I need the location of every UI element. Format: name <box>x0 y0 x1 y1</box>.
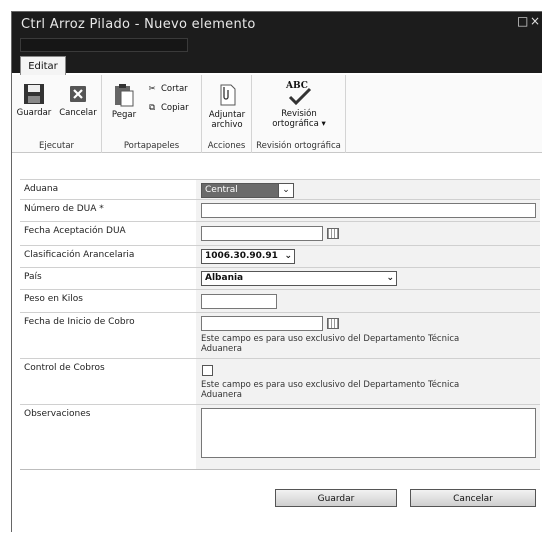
row-control-cobros: Control de Cobros Este campo es para uso… <box>20 358 540 404</box>
paste-button[interactable]: Pegar <box>108 83 140 120</box>
group-label-portapapeles: Portapapeles <box>123 141 180 151</box>
value-cell: Este campo es para uso exclusivo del Dep… <box>196 313 540 358</box>
window-title: Ctrl Arroz Pilado - Nuevo elemento <box>21 17 256 32</box>
calendar-icon[interactable] <box>327 228 339 239</box>
fecha-aceptacion-input[interactable] <box>201 226 323 241</box>
value-cell: Este campo es para uso exclusivo del Dep… <box>196 359 540 404</box>
row-observaciones: Observaciones <box>20 404 540 470</box>
dialog-window: Ctrl Arroz Pilado - Nuevo elemento □ × E… <box>11 11 542 532</box>
dropdown-arrow-icon: ⌄ <box>284 251 292 261</box>
spellcheck-icon: ABC <box>284 81 314 107</box>
calendar-icon[interactable] <box>327 318 339 329</box>
save-icon <box>24 84 44 104</box>
control-cobros-note: Este campo es para uso exclusivo del Dep… <box>201 380 459 400</box>
value-cell: Albania ⌄ <box>196 268 540 289</box>
title-bar: Ctrl Arroz Pilado - Nuevo elemento □ × <box>12 12 542 73</box>
label-pais: País <box>24 272 42 282</box>
aduana-select[interactable]: Central ⌄ <box>201 183 294 198</box>
group-acciones: Adjuntar archivo Acciones <box>202 75 252 153</box>
copy-button[interactable]: ⧉ Copiar <box>146 103 189 113</box>
cut-label: Cortar <box>161 84 188 94</box>
label-numero-dua: Número de DUA * <box>24 204 104 214</box>
group-ejecutar: Guardar Cancelar Ejecutar <box>12 75 102 153</box>
cut-icon: ✂ <box>148 84 156 94</box>
clasificacion-select[interactable]: 1006.30.90.91 ⌄ <box>201 249 295 264</box>
row-clasificacion: Clasificación Arancelaria 1006.30.90.91 … <box>20 245 540 267</box>
label-clasificacion: Clasificación Arancelaria <box>24 250 135 260</box>
tab-editar[interactable]: Editar <box>20 56 66 76</box>
attach-label-2: archivo <box>211 120 243 130</box>
row-numero-dua: Número de DUA * <box>20 199 540 221</box>
spellcheck-button[interactable]: ABC Revisión ortográfica ▾ <box>262 81 336 129</box>
pais-value: Albania <box>205 273 244 283</box>
spellcheck-label-1: Revisión <box>281 109 317 119</box>
control-cobros-checkbox[interactable] <box>202 365 213 376</box>
value-cell <box>196 200 540 221</box>
label-observaciones: Observaciones <box>24 409 91 419</box>
value-cell <box>196 290 540 312</box>
attach-label-1: Adjuntar <box>208 110 246 120</box>
paste-icon <box>115 84 134 107</box>
attach-icon <box>220 84 236 106</box>
attach-file-button[interactable]: Adjuntar archivo <box>204 83 250 130</box>
value-cell: 1006.30.90.91 ⌄ <box>196 246 540 267</box>
peso-input[interactable] <box>201 294 277 309</box>
copy-label: Copiar <box>161 103 189 113</box>
cancelar-button[interactable]: Cancelar <box>410 489 536 507</box>
fecha-inicio-note: Este campo es para uso exclusivo del Dep… <box>201 334 459 354</box>
copy-icon: ⧉ <box>148 103 156 113</box>
row-aduana: Aduana Central ⌄ <box>20 179 540 199</box>
note-line: Aduanera <box>201 344 242 354</box>
guardar-button[interactable]: Guardar <box>275 489 397 507</box>
close-icon[interactable]: × <box>530 14 540 28</box>
group-revision: ABC Revisión ortográfica ▾ Revisión orto… <box>252 75 346 153</box>
row-fecha-inicio-cobro: Fecha de Inicio de Cobro Este campo es p… <box>20 312 540 358</box>
label-control-cobros: Control de Cobros <box>24 363 105 373</box>
note-line: Aduanera <box>201 390 242 400</box>
fecha-inicio-cobro-input[interactable] <box>201 316 323 331</box>
row-peso: Peso en Kilos <box>20 289 540 312</box>
group-label-ejecutar: Ejecutar <box>38 141 75 151</box>
label-fecha-aceptacion: Fecha Aceptación DUA <box>24 226 126 236</box>
row-fecha-aceptacion: Fecha Aceptación DUA <box>20 221 540 245</box>
save-button[interactable]: Guardar <box>14 83 54 118</box>
save-label: Guardar <box>16 108 52 118</box>
group-portapapeles: Pegar ✂ Cortar ⧉ Copiar Portapapeles <box>102 75 202 153</box>
value-cell <box>196 405 540 469</box>
note-line: Este campo es para uso exclusivo del Dep… <box>201 380 460 390</box>
spellcheck-label-2: ortográfica ▾ <box>272 119 326 129</box>
aduana-value: Central <box>205 185 238 195</box>
label-aduana: Aduana <box>24 184 59 194</box>
value-cell: Central ⌄ <box>196 180 540 199</box>
dropdown-arrow-icon: ⌄ <box>386 273 394 283</box>
dropdown-arrow-icon: ⌄ <box>278 184 293 197</box>
pais-select[interactable]: Albania ⌄ <box>201 271 397 286</box>
ribbon: Guardar Cancelar Ejecutar Pegar ✂ Cortar… <box>12 75 542 153</box>
observaciones-textarea[interactable] <box>201 408 536 458</box>
cut-button[interactable]: ✂ Cortar <box>146 84 188 94</box>
paste-label: Pegar <box>111 110 137 120</box>
cancel-icon <box>70 86 86 102</box>
cancel-button[interactable]: Cancelar <box>56 83 100 118</box>
note-line: Este campo es para uso exclusivo del Dep… <box>201 334 460 344</box>
clasificacion-value: 1006.30.90.91 <box>205 251 278 261</box>
maximize-icon[interactable]: □ <box>517 14 528 28</box>
group-label-acciones: Acciones <box>207 141 246 151</box>
label-fecha-inicio-cobro: Fecha de Inicio de Cobro <box>24 317 135 327</box>
value-cell <box>196 222 540 245</box>
group-label-revision: Revisión ortográfica <box>256 141 341 151</box>
cancel-label: Cancelar <box>59 108 97 118</box>
numero-dua-input[interactable] <box>201 203 536 218</box>
row-pais: País Albania ⌄ <box>20 267 540 289</box>
title-field-strip <box>20 38 188 52</box>
label-peso: Peso en Kilos <box>24 294 83 304</box>
